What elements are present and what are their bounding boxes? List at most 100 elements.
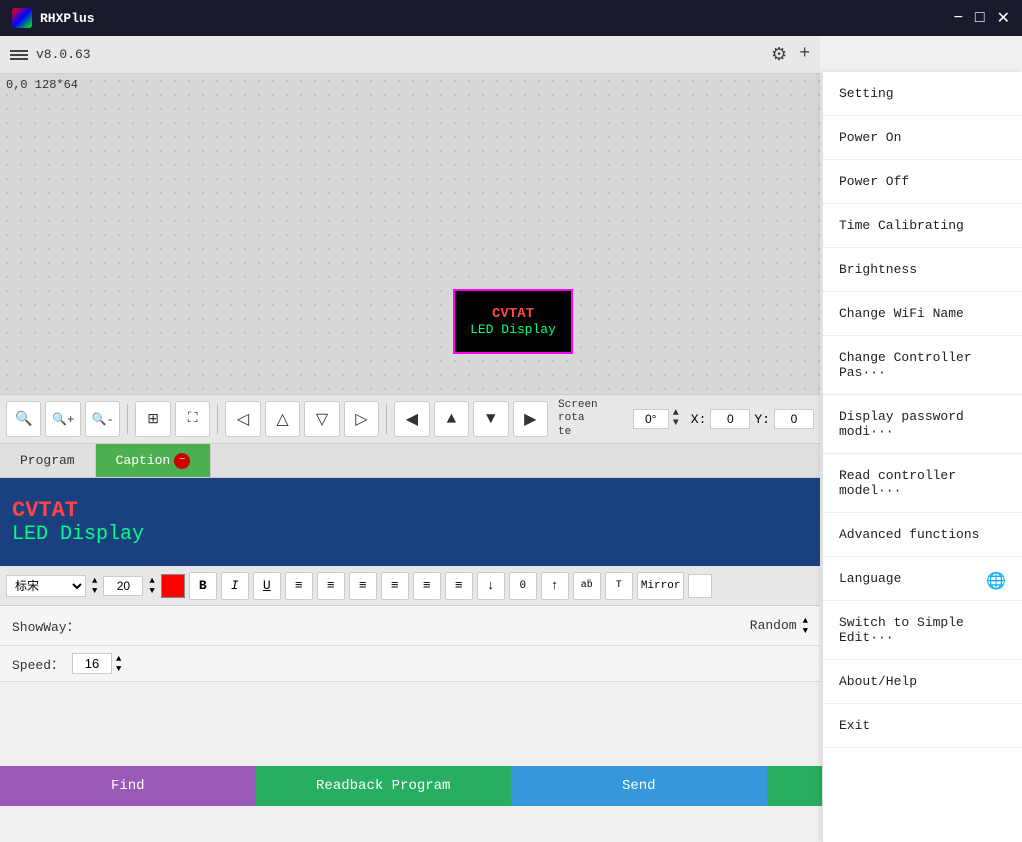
menu-item-advanced-functions[interactable]: Advanced functions	[823, 513, 1022, 557]
preview-text1: CVTAT	[12, 498, 808, 523]
rotate-input[interactable]	[633, 409, 669, 429]
x-label: X:	[691, 412, 707, 427]
screen-rotate-label: Screen rotate	[558, 399, 629, 439]
menu-item-change-controller-pass[interactable]: Change Controller Pas···	[823, 336, 1022, 395]
led-text-line2: LED Display	[470, 322, 556, 337]
preview-text2: LED Display	[12, 523, 808, 546]
menu-item-change-wifi-name[interactable]: Change WiFi Name	[823, 292, 1022, 336]
tab-program[interactable]: Program	[0, 444, 96, 477]
right-menu-panel: SettingPower OnPower OffTime Calibrating…	[822, 72, 1022, 842]
font-stepper[interactable]: ▲ ▼	[92, 576, 97, 596]
menu-item-switch-simple-edit[interactable]: Switch to Simple Edit···	[823, 601, 1022, 660]
menu-item-power-off[interactable]: Power Off	[823, 160, 1022, 204]
scroll-left-button[interactable]: ◁	[225, 401, 260, 437]
text-spacing-button[interactable]: aḃ	[573, 572, 601, 600]
speed-stepper[interactable]: ▲ ▼	[116, 654, 121, 674]
x-input[interactable]	[710, 409, 750, 429]
up-align-button[interactable]: ↑	[541, 572, 569, 600]
canvas-area: 0,0 128*64 CVTAT LED Display	[0, 74, 820, 394]
showway-value: Random	[750, 618, 797, 633]
find-button[interactable]: Find	[0, 766, 256, 806]
menu-item-power-on[interactable]: Power On	[823, 116, 1022, 160]
align-right-button[interactable]: ≡	[349, 572, 377, 600]
menu-item-time-calibrating[interactable]: Time Calibrating	[823, 204, 1022, 248]
send-button[interactable]: Send	[511, 766, 767, 806]
speed-label: Speed：	[12, 654, 64, 673]
tab-caption[interactable]: Caption −	[96, 444, 212, 477]
menu-item-about-help[interactable]: About/Help	[823, 660, 1022, 704]
mirror-button[interactable]: Mirror	[637, 572, 685, 600]
menu-item-brightness[interactable]: Brightness	[823, 248, 1022, 292]
underline-button[interactable]: U	[253, 572, 281, 600]
version-label: v8.0.63	[36, 47, 91, 62]
speed-input[interactable]	[72, 653, 112, 674]
grid-button[interactable]: ⊞	[135, 401, 170, 437]
font-size-input[interactable]	[103, 576, 143, 596]
coord-label: 0,0 128*64	[6, 78, 78, 92]
add-icon[interactable]: +	[799, 44, 810, 66]
italic-button[interactable]: I	[221, 572, 249, 600]
rotate-stepper[interactable]: ▲ ▼	[673, 409, 679, 429]
maximize-button[interactable]: □	[975, 8, 985, 28]
zoom-in-button[interactable]: 🔍+	[45, 401, 80, 437]
readback-button[interactable]: Readback Program	[256, 766, 512, 806]
minimize-button[interactable]: −	[954, 8, 963, 28]
format-toolbar: 标宋 ▲ ▼ ▲ ▼ B I U ≡ ≡ ≡ ≡ ≡ ≡ ↓ 0 ↑ aḃ	[0, 566, 820, 606]
zoom-fit-button[interactable]: 🔍	[6, 401, 41, 437]
zoom-out-button[interactable]: 🔍-	[85, 401, 120, 437]
font-select[interactable]: 标宋	[6, 575, 86, 597]
app-title: RHXPlus	[40, 11, 95, 26]
menu-item-language[interactable]: Language🌐	[823, 557, 1022, 601]
close-button[interactable]: ✕	[997, 8, 1010, 28]
y-input[interactable]	[774, 409, 814, 429]
scroll-down-button[interactable]: ▽	[304, 401, 339, 437]
baseline-label: 0	[509, 572, 537, 600]
app-logo	[12, 8, 32, 28]
align-left-button[interactable]: ≡	[285, 572, 313, 600]
settings-icon[interactable]: ⚙	[771, 44, 787, 66]
window-controls: − □ ✕	[954, 8, 1010, 28]
speed-area: Speed： ▲ ▼	[0, 646, 820, 682]
scroll-up-button[interactable]: △	[265, 401, 300, 437]
align-spread-button[interactable]: ≡	[413, 572, 441, 600]
down-button[interactable]: ▼	[473, 401, 508, 437]
preview-area: CVTAT LED Display	[0, 478, 820, 566]
tab-bar: Program Caption −	[0, 444, 820, 478]
menu-item-display-password-mode[interactable]: Display password modi···	[823, 395, 1022, 454]
showway-area: ShowWay： Random ▲ ▼	[0, 606, 820, 646]
align-center-button[interactable]: ≡	[317, 572, 345, 600]
mirror-indicator	[688, 574, 712, 598]
xy-group: X: Y:	[691, 409, 814, 429]
drawing-toolbar: 🔍 🔍+ 🔍- ⊞ ⛶ ◁ △ ▽ ▷ ◀ ▲ ▼ ▶ Screen rotat…	[0, 394, 820, 444]
toolbar-right: ⚙ +	[771, 44, 810, 66]
main-toolbar: v8.0.63 ⚙ +	[0, 36, 820, 74]
prev-button[interactable]: ◀	[394, 401, 429, 437]
showway-label: ShowWay：	[12, 616, 80, 635]
down-align-button[interactable]: ↓	[477, 572, 505, 600]
bold-button[interactable]: B	[189, 572, 217, 600]
fit-button[interactable]: ⛶	[175, 401, 210, 437]
next-button[interactable]: ▶	[513, 401, 548, 437]
color-picker[interactable]	[161, 574, 185, 598]
titlebar: RHXPlus − □ ✕	[0, 0, 1022, 36]
toolbar-left: v8.0.63	[10, 47, 91, 62]
font-size-small-button[interactable]: T	[605, 572, 633, 600]
font-size-stepper[interactable]: ▲ ▼	[149, 576, 154, 596]
led-display[interactable]: CVTAT LED Display	[453, 289, 573, 354]
menu-list: SettingPower OnPower OffTime Calibrating…	[823, 72, 1022, 748]
toolbar-separator-3	[386, 404, 387, 434]
showway-stepper[interactable]: ▲ ▼	[803, 616, 808, 636]
titlebar-left: RHXPlus	[12, 8, 95, 28]
scroll-right-button[interactable]: ▷	[344, 401, 379, 437]
vertical-button[interactable]: ≡	[445, 572, 473, 600]
justify-button[interactable]: ≡	[381, 572, 409, 600]
toolbar-separator-1	[127, 404, 128, 434]
led-text-line1: CVTAT	[492, 306, 534, 322]
main-area: v8.0.63 ⚙ + 0,0 128*64 CVTAT LED Display…	[0, 36, 1022, 806]
screen-rotate-group: Screen rotate ▲ ▼	[558, 399, 679, 439]
menu-item-exit[interactable]: Exit	[823, 704, 1022, 748]
hamburger-menu-icon[interactable]	[10, 50, 28, 60]
menu-item-setting[interactable]: Setting	[823, 72, 1022, 116]
up-button[interactable]: ▲	[434, 401, 469, 437]
menu-item-read-controller-model[interactable]: Read controller model···	[823, 454, 1022, 513]
